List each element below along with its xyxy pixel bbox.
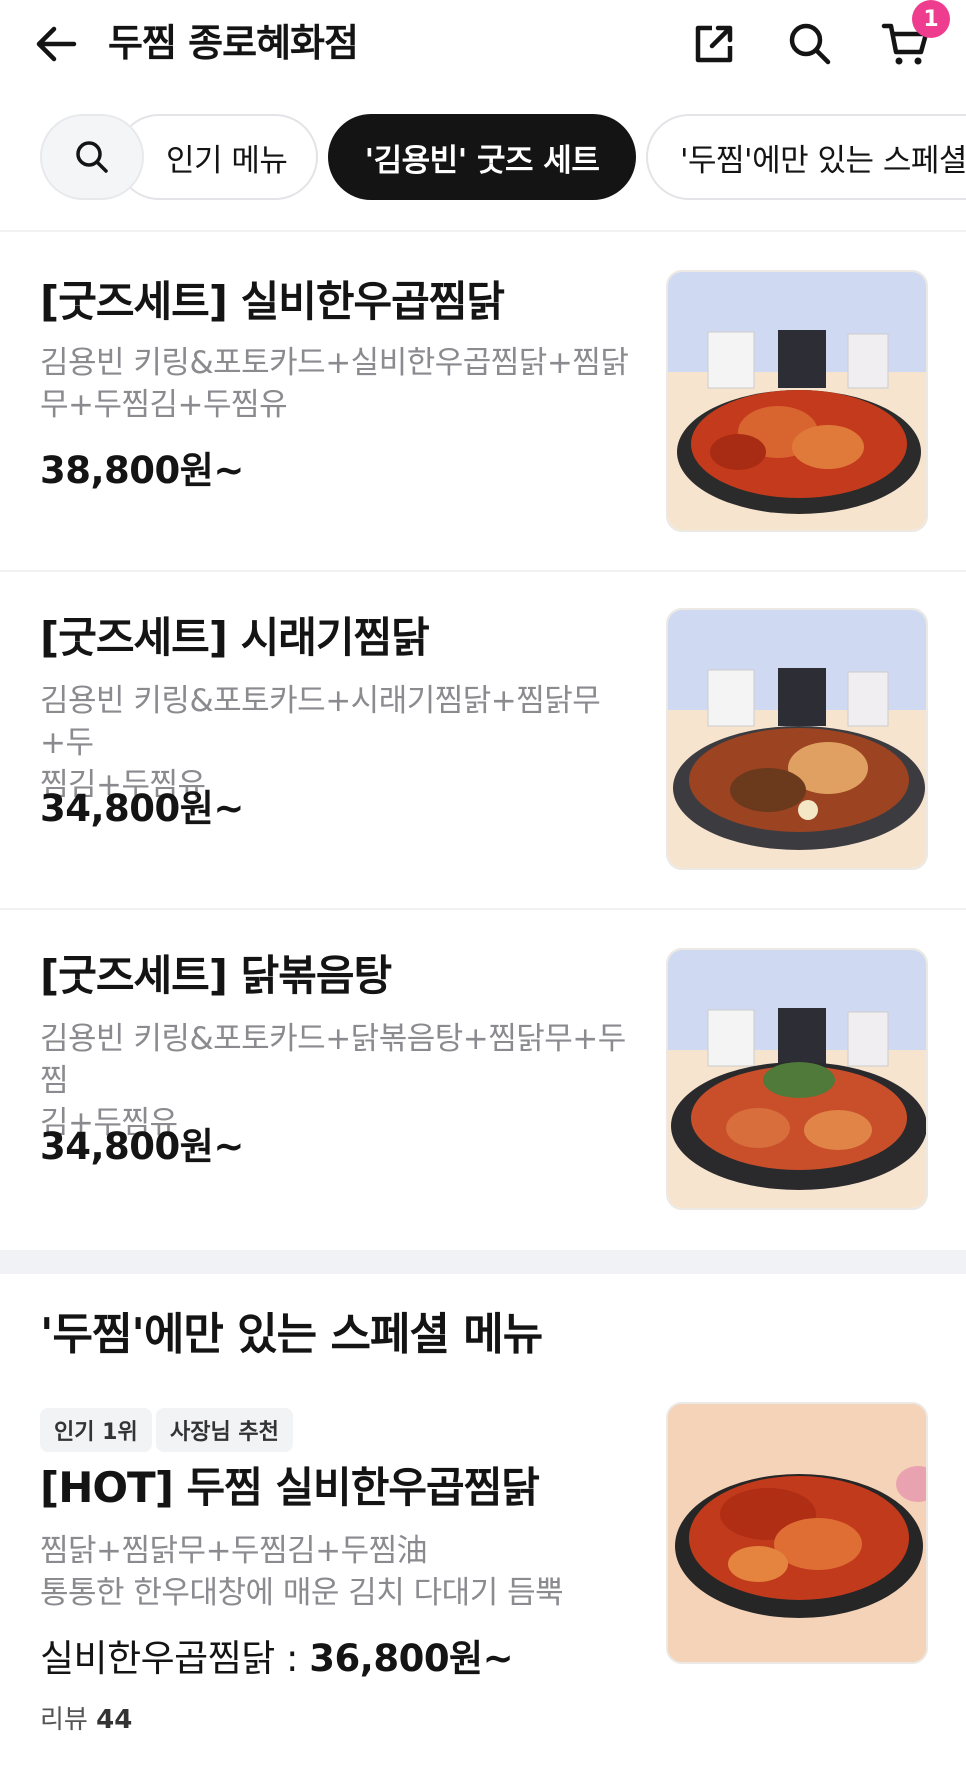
menu-item-name: [굿즈세트] 시래기찜닭 — [40, 613, 430, 662]
arrow-left-icon — [36, 26, 77, 62]
section-divider — [0, 1250, 966, 1274]
menu-item-price: 실비한우곱찜닭 : 36,800원~ — [40, 1632, 514, 1686]
menu-item-price: 34,800원~ — [40, 787, 244, 830]
description-line: 김용빈 키링&포토카드+닭볶음탕+찜닭무+두찜 — [40, 1021, 626, 1099]
menu-item-name[interactable]: [HOT] 두찜 실비한우곱찜닭 — [40, 1458, 540, 1518]
menu-item-image — [666, 948, 928, 1210]
menu-item-price: 34,800원~ — [40, 1125, 244, 1168]
back-button[interactable] — [34, 20, 86, 68]
food-photo-icon — [668, 610, 926, 868]
tab-special-menu[interactable]: '두찜'에만 있는 스페셜 메뉴 — [646, 114, 966, 200]
menu-item-image — [666, 270, 928, 532]
menu-item-description: 김용빈 키링&포토카드+실비한우곱찜닭+찜닭 무+두찜김+두찜유 — [40, 342, 646, 426]
description-line: 무+두찜김+두찜유 — [40, 387, 288, 423]
price-value: 36,800원~ — [309, 1637, 514, 1680]
tab-goods-set[interactable]: '김용빈' 굿즈 세트 — [328, 114, 636, 200]
share-button[interactable] — [686, 16, 742, 72]
menu-item[interactable]: [굿즈세트] 시래기찜닭 김용빈 키링&포토카드+시래기찜닭+찜닭무+두 찜김+… — [0, 572, 966, 908]
review-count[interactable]: 리뷰 44 — [40, 1700, 132, 1740]
description-line: 통통한 한우대창에 매운 김치 다대기 듬뿍 — [40, 1575, 564, 1611]
search-button[interactable] — [782, 16, 838, 72]
app-header: 두찜 종로혜화점 1 — [0, 0, 966, 90]
menu-item-name: [굿즈세트] 닭볶음탕 — [40, 951, 392, 1000]
menu-item-image[interactable] — [666, 1402, 928, 1664]
menu-item-name: [굿즈세트] 실비한우곱찜닭 — [40, 277, 505, 326]
menu-item[interactable]: [굿즈세트] 닭볶음탕 김용빈 키링&포토카드+닭볶음탕+찜닭무+두찜 김+두찜… — [0, 910, 966, 1246]
search-icon — [789, 23, 831, 65]
share-icon — [695, 25, 733, 63]
cart-count-badge: 1 — [912, 0, 950, 38]
badge-popular-rank: 인기 1위 — [40, 1408, 152, 1452]
food-photo-icon — [668, 272, 926, 530]
menu-search-button[interactable] — [40, 114, 144, 200]
menu-item[interactable]: [굿즈세트] 실비한우곱찜닭 김용빈 키링&포토카드+실비한우곱찜닭+찜닭 무+… — [0, 232, 966, 570]
review-label: 리뷰 — [40, 1705, 97, 1735]
food-photo-icon — [668, 1404, 926, 1662]
menu-item-image — [666, 608, 928, 870]
review-number: 44 — [96, 1705, 133, 1735]
menu-item-price: 38,800원~ — [40, 449, 244, 492]
food-photo-icon — [668, 950, 926, 1208]
tab-popular-menu[interactable]: 인기 메뉴 — [116, 114, 318, 200]
section-title-special: '두찜'에만 있는 스페셜 메뉴 — [40, 1309, 543, 1360]
price-label: 실비한우곱찜닭 : — [40, 1637, 310, 1680]
description-line: 김용빈 키링&포토카드+시래기찜닭+찜닭무+두 — [40, 683, 601, 761]
description-line: 김용빈 키링&포토카드+실비한우곱찜닭+찜닭 — [40, 345, 629, 381]
search-icon — [76, 141, 108, 173]
category-tabs: 인기 메뉴 '김용빈' 굿즈 세트 '두찜'에만 있는 스페셜 메뉴 — [0, 112, 966, 202]
menu-item-description: 찜닭+찜닭무+두찜김+두찜油 통통한 한우대창에 매운 김치 다대기 듬뿍 — [40, 1530, 640, 1614]
badge-owner-pick: 사장님 추천 — [156, 1408, 293, 1452]
store-title: 두찜 종로혜화점 — [108, 21, 359, 65]
description-line: 찜닭+찜닭무+두찜김+두찜油 — [40, 1533, 428, 1569]
